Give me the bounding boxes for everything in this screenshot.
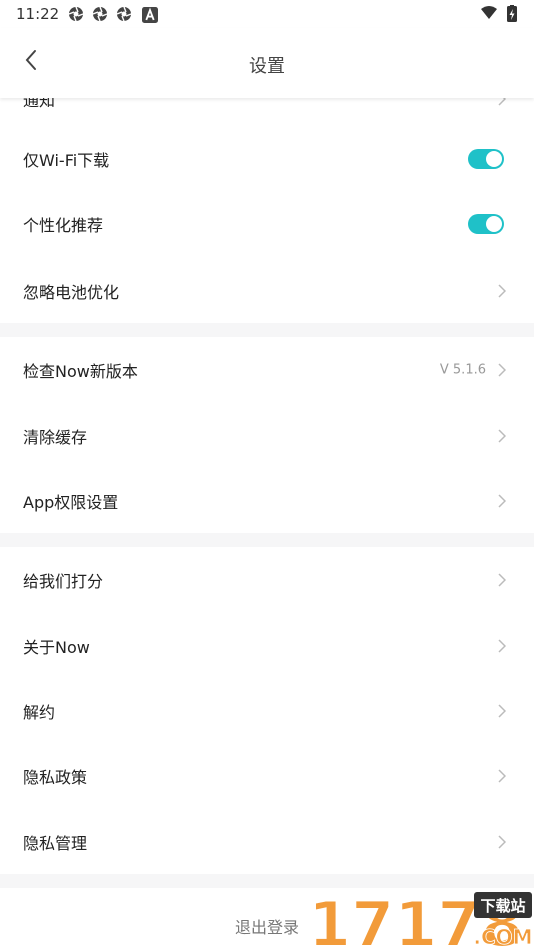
chevron-right-icon [498,768,506,783]
settings-row-privacy-manage[interactable]: 隐私管理 [0,809,534,874]
wifi-download-toggle[interactable] [468,148,504,169]
app-header: 设置 [0,28,534,98]
chevron-right-icon [498,283,506,298]
aperture-icon [92,6,108,22]
watermark-badge: 下载站 [480,897,525,915]
row-label: 仅Wi-Fi下载 [23,150,110,170]
row-label: 忽略电池优化 [23,282,120,302]
page-title: 设置 [249,56,285,77]
row-label: 通知 [23,98,56,110]
chevron-right-icon [498,98,506,106]
settings-row-check-update[interactable]: 检查Now新版本 V 5.1.6 [0,337,534,402]
row-label: 隐私政策 [23,767,88,787]
section-divider [0,874,534,888]
settings-row-cancel-contract[interactable]: 解约 [0,678,534,743]
settings-row-rate-us[interactable]: 给我们打分 [0,547,534,612]
settings-row-app-permissions[interactable]: App权限设置 [0,468,534,533]
chevron-right-icon [498,834,506,849]
chevron-right-icon [498,572,506,587]
settings-row-personalized: 个性化推荐 [0,191,534,256]
chevron-right-icon [498,493,506,508]
status-time: 11:22 [16,5,60,23]
row-label: 检查Now新版本 [23,361,138,381]
toggle-knob [486,150,502,167]
chevron-right-icon [498,428,506,443]
version-text: V 5.1.6 [439,362,486,377]
status-bar: 11:22 [0,0,534,28]
section-divider [0,533,534,547]
chevron-right-icon [498,638,506,653]
row-label: 关于Now [23,637,90,657]
settings-row-about[interactable]: 关于Now [0,613,534,678]
row-label: 清除缓存 [23,427,88,447]
row-label: 个性化推荐 [23,215,104,235]
aperture-icon [68,6,84,22]
toggle-knob [486,215,502,232]
settings-row-privacy-policy[interactable]: 隐私政策 [0,743,534,808]
section-divider [0,323,534,337]
personalized-toggle[interactable] [468,213,504,234]
settings-row-wifi-download: 仅Wi-Fi下载 [0,126,534,191]
status-right-icons [480,5,520,23]
aperture-icon [116,6,132,22]
chevron-right-icon [498,362,506,377]
settings-list[interactable]: 通知 仅Wi-Fi下载 个性化推荐 忽略电池优化 检查Now新版本 V 5.1.… [0,98,534,950]
a-badge-icon [142,7,158,23]
row-label: 解约 [23,702,56,722]
watermark-logo: 17178 下载站 .COM [307,887,534,950]
watermark-domain: .COM [473,925,532,949]
row-label: 给我们打分 [23,571,104,591]
chevron-right-icon [498,703,506,718]
battery-charging-icon [507,5,517,22]
row-label: 隐私管理 [23,833,88,853]
settings-row-battery[interactable]: 忽略电池优化 [0,258,534,323]
settings-row-clear-cache[interactable]: 清除缓存 [0,403,534,468]
wifi-icon [481,6,497,19]
row-label: App权限设置 [23,492,119,512]
